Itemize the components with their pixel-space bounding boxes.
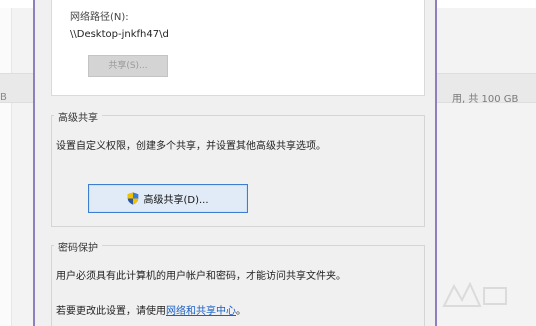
network-path-panel: 网络路径(N): \\Desktop-jnkfh47\d 共享(S)...: [51, 0, 425, 96]
instruction-suffix: 。: [236, 306, 246, 317]
password-protection-instruction: 若要更改此设置，请使用网络和共享中心。: [56, 302, 246, 317]
advanced-sharing-group: 高级共享 设置自定义权限，创建多个共享，并设置其他高级共享选项。 高级共享(D)…: [51, 109, 425, 227]
screen: B 用, 共 100 GB 网络路径(N): \\Desktop-jnkfh47…: [0, 0, 536, 326]
advanced-sharing-description: 设置自定义权限，创建多个共享，并设置其他高级共享选项。: [56, 141, 326, 152]
properties-dialog: 网络路径(N): \\Desktop-jnkfh47\d 共享(S)... 高级…: [33, 0, 437, 326]
advanced-sharing-title: 高级共享: [54, 109, 102, 124]
password-protection-group: 密码保护 用户必须具有此计算机的用户帐户和密码，才能访问共享文件夹。 若要更改此…: [51, 239, 425, 326]
background-window-edge: [0, 8, 12, 326]
background-capacity-text: 用, 共 100 GB: [452, 94, 519, 105]
watermark-logo: [442, 281, 507, 307]
advanced-sharing-button-label: 高级共享(D)...: [143, 195, 209, 206]
network-path-value: \\Desktop-jnkfh47\d: [70, 29, 169, 40]
uac-shield-icon: [127, 192, 139, 205]
advanced-sharing-button[interactable]: 高级共享(D)...: [88, 184, 248, 213]
network-path-label: 网络路径(N):: [70, 12, 129, 23]
network-sharing-center-link[interactable]: 网络和共享中心: [166, 306, 236, 317]
instruction-prefix: 若要更改此设置，请使用: [56, 306, 166, 317]
password-protection-description: 用户必须具有此计算机的用户帐户和密码，才能访问共享文件夹。: [56, 271, 346, 282]
background-left-text: B: [0, 92, 7, 103]
password-protection-title: 密码保护: [54, 239, 102, 254]
share-button[interactable]: 共享(S)...: [88, 55, 168, 77]
